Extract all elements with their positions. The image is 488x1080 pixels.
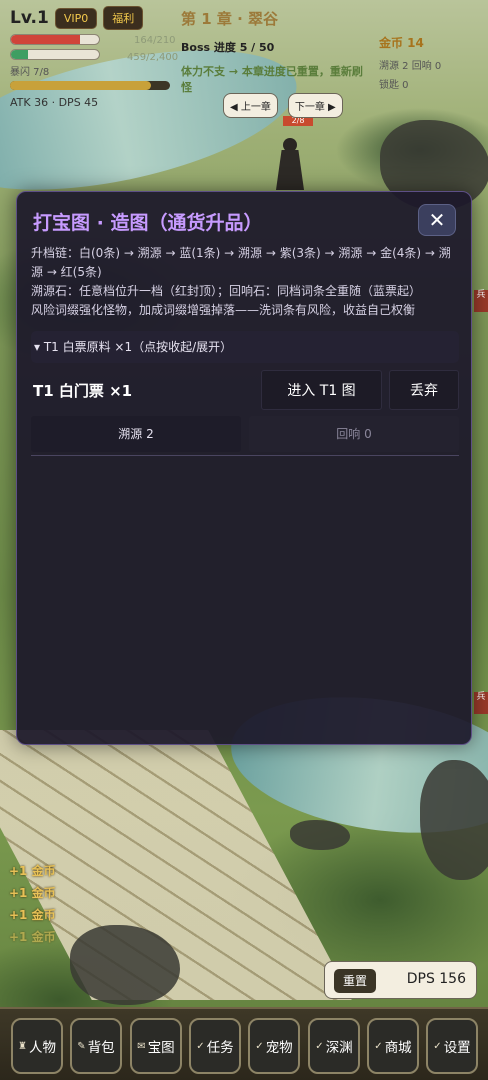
hp-bar bbox=[10, 34, 100, 45]
nav-label: 设置 bbox=[443, 1040, 471, 1056]
xp-fill bbox=[10, 81, 151, 90]
figure-icon: ♜ bbox=[18, 1040, 27, 1052]
vip-button[interactable]: VIP0 bbox=[54, 7, 98, 29]
prev-chapter-button[interactable]: ◀ 上一章 bbox=[223, 93, 278, 118]
enemy-tag: 兵 bbox=[474, 692, 488, 714]
bag-icon: ✎ bbox=[77, 1040, 86, 1052]
nav-abyss[interactable]: ✓ 深渊 bbox=[308, 1018, 360, 1074]
pet-icon: ✓ bbox=[255, 1040, 264, 1052]
stone-rule-text: 溯源石：任意档位升一档（红封顶）；回响石：同档词条全重随（蓝票起） bbox=[31, 284, 422, 298]
nav-label: 深渊 bbox=[325, 1040, 353, 1056]
stone-counts: 溯源 2 回响 0 bbox=[379, 61, 442, 72]
upgrade-chain-text: 升档链：白(0条) → 溯源 → 蓝(1条) → 溯源 → 紫(3条) → 溯源… bbox=[31, 246, 451, 279]
settings-icon: ✓ bbox=[433, 1040, 442, 1052]
enemy-tag: 兵 bbox=[474, 290, 488, 312]
modal-title: 打宝图 · 造图（通货升品） bbox=[33, 212, 263, 234]
divider bbox=[31, 455, 459, 456]
modal-description: 升档链：白(0条) → 溯源 → 蓝(1条) → 溯源 → 紫(3条) → 溯源… bbox=[31, 244, 459, 320]
key-count: 锁匙 0 bbox=[379, 80, 409, 91]
gold-count: 金币 14 bbox=[379, 36, 424, 50]
gold-popup: +1 金币 bbox=[9, 886, 56, 900]
trace-stone-button[interactable]: 溯源 2 bbox=[31, 416, 241, 452]
nav-figure[interactable]: ♜ 人物 bbox=[11, 1018, 63, 1074]
risk-rule-text: 风险词缀强化怪物，加成词缀增强掉落——洗词条有风险，收益自己权衡 bbox=[31, 303, 416, 317]
ticket-row: T1 白门票 ×1 进入 T1 图 丢弃 bbox=[31, 370, 459, 410]
dps-value: DPS 156 bbox=[406, 971, 466, 987]
nav-label: 商城 bbox=[384, 1040, 412, 1056]
material-toggle[interactable]: ▾ T1 白票原料 ×1（点按收起/展开） bbox=[31, 331, 459, 363]
hero-character bbox=[270, 138, 310, 192]
mp-bar bbox=[10, 49, 100, 60]
task-icon: ✓ bbox=[196, 1040, 205, 1052]
abyss-icon: ✓ bbox=[315, 1040, 324, 1052]
nav-settings[interactable]: ✓ 设置 bbox=[426, 1018, 478, 1074]
dodge-stat: 暴闪 7/8 bbox=[10, 67, 50, 78]
nav-label: 人物 bbox=[28, 1040, 56, 1056]
ticket-name: T1 白门票 ×1 bbox=[33, 382, 133, 400]
mp-text: 459/2,400 bbox=[127, 52, 179, 63]
stone-row: 溯源 2 回响 0 bbox=[31, 416, 459, 452]
nav-label: 背包 bbox=[87, 1040, 115, 1056]
next-chapter-button[interactable]: 下一章 ▶ bbox=[287, 93, 343, 118]
tree bbox=[420, 760, 488, 880]
chapter-info: 第 1 章 · 翠谷 Boss 进度 5 / 50 体力不支 → 本章进度已重置… bbox=[181, 8, 371, 95]
nav-label: 宝图 bbox=[147, 1040, 175, 1056]
dps-panel: 重置 DPS 156 bbox=[324, 961, 477, 999]
nav-treasure-map[interactable]: ✉ 宝图 bbox=[130, 1018, 182, 1074]
gold-popup: +1 金币 bbox=[9, 864, 56, 878]
boss-progress: Boss 进度 5 / 50 bbox=[181, 41, 275, 54]
xp-bar bbox=[10, 81, 170, 90]
hp-text: 164/210 bbox=[134, 35, 176, 46]
chapter-nav: ◀ 上一章 下一章 ▶ bbox=[223, 93, 343, 118]
hp-fill bbox=[11, 35, 80, 44]
player-level: Lv.1 bbox=[10, 8, 49, 28]
welfare-button[interactable]: 福利 bbox=[103, 6, 144, 30]
gold-popup: +1 金币 bbox=[9, 930, 56, 944]
nav-tasks[interactable]: ✓ 任务 bbox=[189, 1018, 241, 1074]
chapter-title: 第 1 章 · 翠谷 bbox=[181, 10, 279, 28]
gold-popup: +1 金币 bbox=[9, 908, 56, 922]
atk-dps-stat: ATK 36 · DPS 45 bbox=[10, 96, 99, 109]
close-button[interactable]: ✕ bbox=[418, 204, 456, 236]
discard-button[interactable]: 丢弃 bbox=[389, 370, 459, 410]
echo-stone-button[interactable]: 回响 0 bbox=[249, 416, 459, 452]
progress-warning: 体力不支 → 本章进度已重置，重新刷怪 bbox=[181, 65, 363, 94]
bottom-nav: ♜ 人物 ✎ 背包 ✉ 宝图 ✓ 任务 ✓ 宠物 ✓ 深渊 ✓ 商城 ✓ 设置 bbox=[0, 1007, 488, 1080]
nav-pets[interactable]: ✓ 宠物 bbox=[248, 1018, 300, 1074]
crafting-modal: 打宝图 · 造图（通货升品） ✕ 升档链：白(0条) → 溯源 → 蓝(1条) … bbox=[16, 191, 472, 745]
shop-icon: ✓ bbox=[374, 1040, 383, 1052]
enter-map-button[interactable]: 进入 T1 图 bbox=[261, 370, 382, 410]
nav-label: 宠物 bbox=[265, 1040, 293, 1056]
reset-button[interactable]: 重置 bbox=[334, 969, 376, 993]
rock bbox=[290, 820, 350, 850]
mp-fill bbox=[11, 50, 28, 59]
currency-info: 金币 14 溯源 2 回响 0 锁匙 0 bbox=[379, 34, 441, 91]
nav-shop[interactable]: ✓ 商城 bbox=[367, 1018, 419, 1074]
nav-bag[interactable]: ✎ 背包 bbox=[70, 1018, 122, 1074]
map-icon: ✉ bbox=[137, 1040, 146, 1052]
nav-label: 任务 bbox=[206, 1040, 234, 1056]
